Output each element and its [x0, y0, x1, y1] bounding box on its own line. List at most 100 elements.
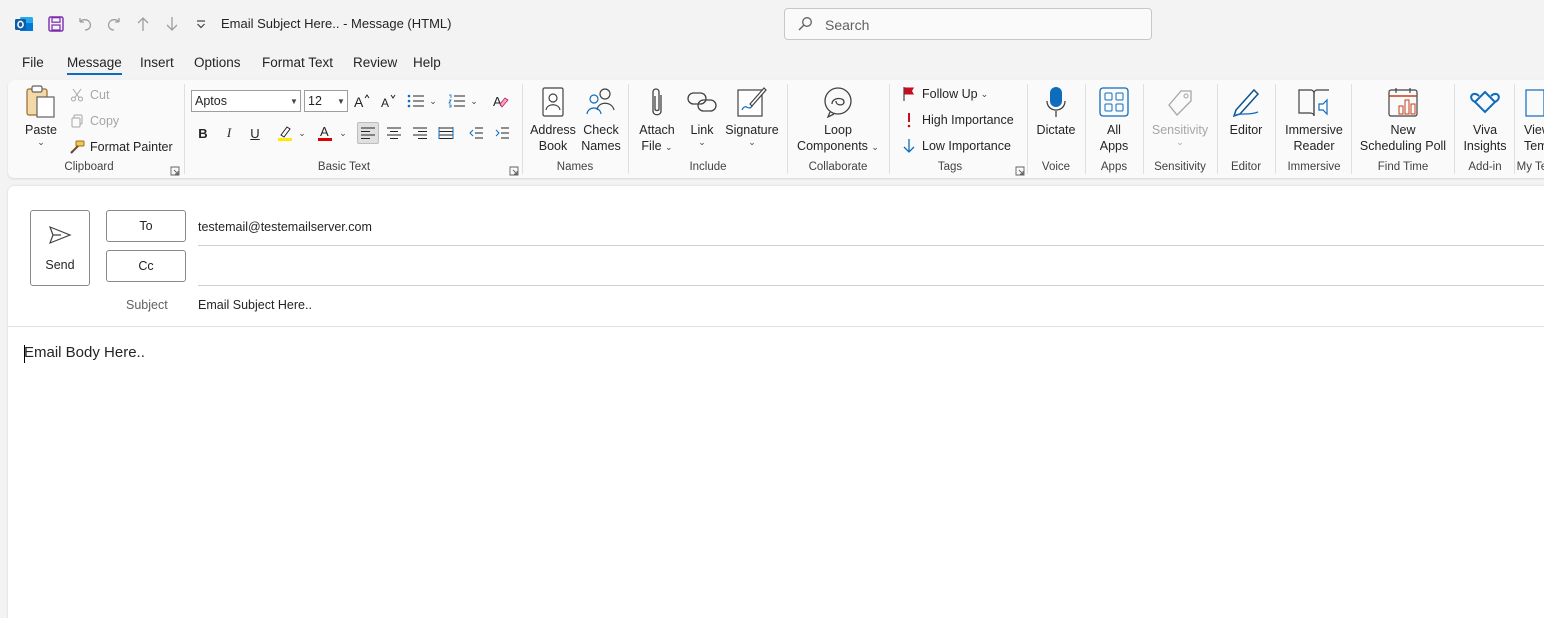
decrease-indent-icon[interactable] — [465, 122, 487, 144]
sensitivity-button[interactable]: Sensitivity ⌄ — [1149, 84, 1211, 147]
follow-up-button[interactable]: Follow Up ⌄ — [900, 83, 988, 105]
outlook-logo-icon — [12, 12, 36, 36]
clear-formatting-icon[interactable]: A — [490, 90, 512, 112]
next-item-icon[interactable] — [160, 12, 184, 36]
chevron-down-icon: ⌄ — [871, 142, 879, 152]
chevron-down-icon[interactable]: ⌄ — [427, 90, 439, 112]
group-label-find-time: Find Time — [1377, 161, 1429, 173]
chevron-down-icon[interactable]: ⌄ — [296, 122, 308, 144]
paste-button[interactable]: Paste ⌄ — [22, 84, 60, 147]
underline-icon[interactable]: U — [244, 122, 266, 144]
message-body[interactable]: Email Body Here.. — [24, 344, 145, 361]
dialog-launcher-icon[interactable] — [170, 163, 180, 176]
to-button[interactable]: To — [106, 210, 186, 242]
tab-format-text[interactable]: Format Text — [262, 55, 333, 70]
group-label-clipboard: Clipboard — [64, 161, 114, 173]
tab-file[interactable]: File — [22, 55, 44, 70]
font-size-select[interactable]: 12 ▼ — [304, 90, 348, 112]
address-book-button[interactable]: Address Book — [530, 84, 576, 154]
dictate-button[interactable]: Dictate — [1034, 84, 1078, 138]
chevron-down-icon[interactable]: ⌄ — [337, 122, 349, 144]
undo-icon[interactable] — [73, 12, 97, 36]
bullets-icon[interactable] — [405, 90, 427, 112]
group-separator — [889, 84, 890, 174]
shrink-font-icon[interactable]: A — [377, 90, 399, 112]
attach-file-button[interactable]: Attach File ⌄ — [636, 84, 678, 154]
immersive-reader-button[interactable]: Immersive Reader — [1282, 84, 1346, 154]
group-label-tags: Tags — [937, 161, 963, 173]
highlight-icon[interactable] — [274, 122, 296, 144]
increase-indent-icon[interactable] — [491, 122, 513, 144]
group-separator — [1514, 84, 1515, 174]
dialog-launcher-icon[interactable] — [509, 163, 519, 176]
group-label-collaborate: Collaborate — [808, 161, 868, 173]
save-icon[interactable] — [44, 12, 68, 36]
tab-help[interactable]: Help — [413, 55, 441, 70]
viva-insights-button[interactable]: Viva Insights — [1462, 84, 1508, 154]
italic-icon[interactable]: I — [218, 122, 240, 144]
signature-button[interactable]: Signature ⌄ — [724, 84, 780, 147]
send-button[interactable]: Send — [30, 210, 90, 286]
tab-insert[interactable]: Insert — [140, 55, 174, 70]
templates-icon — [1520, 84, 1544, 120]
align-center-icon[interactable] — [383, 122, 405, 144]
numbering-icon[interactable] — [446, 90, 468, 112]
view-templates-button[interactable]: ViewTemplates — [1520, 84, 1544, 154]
search-input[interactable] — [825, 15, 1125, 35]
customize-toolbar-icon[interactable] — [189, 12, 213, 36]
group-separator — [1275, 84, 1276, 174]
low-importance-button[interactable]: Low Importance — [900, 135, 1011, 157]
chevron-down-icon: ⌄ — [1176, 137, 1184, 147]
dialog-launcher-icon[interactable] — [1015, 163, 1025, 176]
cc-button[interactable]: Cc — [106, 250, 186, 282]
body-divider — [8, 326, 1544, 327]
paintbrush-icon — [68, 138, 86, 156]
ribbon-tabs: File Message Insert Options Format Text … — [0, 50, 1544, 76]
grow-font-icon[interactable]: A — [351, 90, 373, 112]
justify-icon[interactable] — [435, 122, 457, 144]
subject-label: Subject — [126, 298, 168, 312]
group-label-immersive: Immersive — [1287, 161, 1341, 173]
cut-button[interactable]: Cut — [68, 84, 109, 106]
chevron-down-icon[interactable]: ⌄ — [468, 90, 480, 112]
group-separator — [787, 84, 788, 174]
group-separator — [628, 84, 629, 174]
subject-field[interactable]: Email Subject Here.. — [198, 298, 312, 312]
tab-review[interactable]: Review — [353, 55, 397, 70]
group-separator — [1351, 84, 1352, 174]
loop-components-button[interactable]: Loop Components ⌄ — [794, 84, 882, 154]
font-name-select[interactable]: Aptos ▼ — [191, 90, 301, 112]
people-check-icon — [583, 84, 619, 120]
check-names-button[interactable]: Check Names — [579, 84, 623, 154]
font-color-icon[interactable]: A — [314, 122, 336, 144]
search-icon — [797, 16, 813, 37]
compose-pane: Send To testemail@testemailserver.com Cc… — [8, 186, 1544, 618]
format-painter-button[interactable]: Format Painter — [68, 136, 173, 158]
scissors-icon — [68, 86, 86, 104]
chevron-down-icon: ▼ — [337, 96, 345, 106]
chevron-down-icon: ⌄ — [698, 137, 706, 147]
search-box[interactable] — [784, 8, 1152, 40]
tab-message[interactable]: Message — [67, 55, 122, 75]
high-importance-button[interactable]: High Importance — [900, 109, 1014, 131]
align-right-icon[interactable] — [409, 122, 431, 144]
tab-options[interactable]: Options — [194, 55, 241, 70]
to-field[interactable]: testemail@testemailserver.com — [198, 220, 372, 234]
group-label-sensitivity: Sensitivity — [1154, 161, 1206, 173]
editor-pen-icon — [1228, 84, 1264, 120]
link-button[interactable]: Link ⌄ — [684, 84, 720, 147]
all-apps-button[interactable]: All Apps — [1094, 84, 1134, 154]
new-scheduling-poll-button[interactable]: New Scheduling Poll — [1358, 84, 1448, 154]
redo-icon[interactable] — [102, 12, 126, 36]
group-label-names: Names — [556, 161, 594, 173]
chevron-down-icon: ⌄ — [665, 142, 673, 152]
bold-icon[interactable]: B — [192, 122, 214, 144]
copy-button[interactable]: Copy — [68, 110, 119, 132]
exclamation-icon — [900, 111, 918, 129]
signature-icon — [734, 84, 770, 120]
align-left-icon[interactable] — [357, 122, 379, 144]
to-field-underline — [198, 245, 1544, 246]
previous-item-icon[interactable] — [131, 12, 155, 36]
calendar-poll-icon — [1385, 84, 1421, 120]
editor-button[interactable]: Editor — [1224, 84, 1268, 138]
